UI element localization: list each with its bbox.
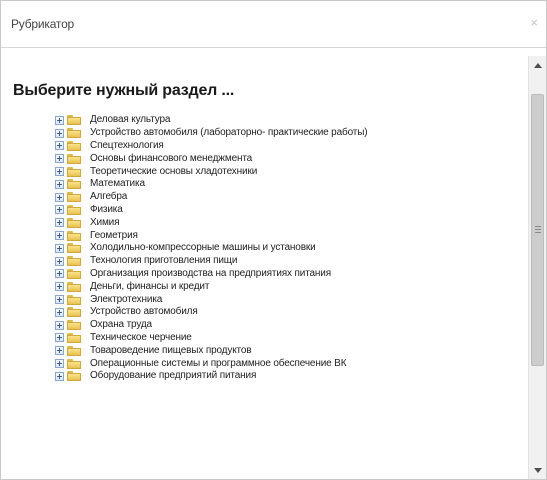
tree-item[interactable]: Устройство автомобиля (лабораторно- прак… bbox=[55, 127, 368, 140]
expand-plus-icon[interactable] bbox=[55, 141, 64, 151]
tree-item[interactable]: Геометрия bbox=[55, 229, 367, 242]
folder-icon bbox=[67, 243, 81, 254]
folder-icon bbox=[67, 332, 81, 343]
tree-item[interactable]: Основы финансового менеджмента bbox=[55, 152, 367, 165]
dialog-title: Рубрикатор bbox=[11, 17, 75, 31]
expand-plus-icon[interactable] bbox=[55, 243, 64, 253]
folder-icon bbox=[67, 217, 81, 228]
folder-icon bbox=[67, 371, 81, 382]
tree-item-label[interactable]: Электротехника bbox=[90, 294, 162, 306]
folder-icon bbox=[67, 281, 81, 292]
arrow-up-icon bbox=[534, 62, 542, 68]
expand-plus-icon[interactable] bbox=[55, 231, 64, 241]
expand-plus-icon[interactable] bbox=[55, 333, 64, 343]
section-heading: Выберите нужный раздел ... bbox=[13, 82, 235, 99]
tree-item-label[interactable]: Геометрия bbox=[90, 230, 138, 242]
tree-item-label[interactable]: Оборудование предприятий питания bbox=[90, 370, 256, 382]
grip-icon bbox=[535, 226, 541, 233]
folder-icon bbox=[67, 166, 81, 177]
expand-plus-icon[interactable] bbox=[55, 128, 64, 138]
tree-item-label[interactable]: Химия bbox=[90, 217, 120, 229]
expand-plus-icon[interactable] bbox=[55, 218, 64, 228]
tree-item-label[interactable]: Математика bbox=[90, 178, 145, 190]
tree-item-label[interactable]: Теоретические основы хладотехники bbox=[90, 166, 257, 178]
tree-item[interactable]: Физика bbox=[55, 204, 367, 217]
tree-item[interactable]: Технология приготовления пищи bbox=[55, 255, 367, 268]
tree-item-label[interactable]: Организация производства на предприятиях… bbox=[90, 268, 331, 280]
expand-plus-icon[interactable] bbox=[55, 179, 64, 189]
expand-plus-icon[interactable] bbox=[55, 205, 64, 215]
expand-plus-icon[interactable] bbox=[55, 167, 64, 177]
expand-plus-icon[interactable] bbox=[55, 295, 64, 305]
tree-item-label[interactable]: Охрана труда bbox=[90, 319, 152, 331]
tree-item-label[interactable]: Устройство автомобиля (лабораторно- прак… bbox=[90, 127, 368, 139]
tree-item[interactable]: Алгебра bbox=[55, 191, 367, 204]
vertical-scrollbar[interactable] bbox=[528, 56, 546, 479]
arrow-down-icon bbox=[534, 467, 542, 473]
expand-plus-icon[interactable] bbox=[55, 320, 64, 330]
close-icon[interactable]: × bbox=[530, 15, 538, 30]
folder-icon bbox=[67, 256, 81, 267]
tree-item-label[interactable]: Технология приготовления пищи bbox=[90, 255, 237, 267]
tree-item-label[interactable]: Спецтехнология bbox=[90, 140, 164, 152]
tree-item-label[interactable]: Товароведение пищевых продуктов bbox=[90, 345, 252, 357]
dialog-titlebar: Рубрикатор × bbox=[1, 1, 546, 48]
tree-item-label[interactable]: Алгебра bbox=[90, 191, 127, 203]
tree-item-label[interactable]: Деловая культура bbox=[90, 114, 170, 126]
expand-plus-icon[interactable] bbox=[55, 154, 64, 164]
category-tree: Деловая культура Устройство автомобиля (л… bbox=[55, 114, 368, 383]
tree-item-label[interactable]: Техническое черчение bbox=[90, 332, 192, 344]
tree-item[interactable]: Охрана труда bbox=[55, 319, 367, 332]
expand-plus-icon[interactable] bbox=[55, 115, 64, 125]
tree-item-label[interactable]: Деньги, финансы и кредит bbox=[90, 281, 209, 293]
folder-icon bbox=[67, 230, 81, 241]
tree-item[interactable]: Деловая культура bbox=[55, 114, 367, 127]
folder-icon bbox=[67, 358, 81, 369]
folder-icon bbox=[67, 307, 81, 318]
scroll-down-button[interactable] bbox=[529, 461, 547, 479]
tree-item[interactable]: Холодильно-компрессорные машины и устано… bbox=[55, 242, 367, 255]
folder-icon bbox=[67, 140, 81, 151]
expand-plus-icon[interactable] bbox=[55, 346, 64, 356]
expand-plus-icon[interactable] bbox=[55, 282, 64, 292]
scroll-up-button[interactable] bbox=[529, 56, 547, 74]
expand-plus-icon[interactable] bbox=[55, 371, 64, 381]
tree-item[interactable]: Техническое черчение bbox=[55, 332, 367, 345]
tree-item[interactable]: Математика bbox=[55, 178, 367, 191]
folder-icon bbox=[67, 128, 81, 139]
tree-item[interactable]: Электротехника bbox=[55, 293, 367, 306]
tree-item[interactable]: Деньги, финансы и кредит bbox=[55, 280, 367, 293]
expand-plus-icon[interactable] bbox=[55, 269, 64, 279]
folder-icon bbox=[67, 204, 81, 215]
tree-item[interactable]: Устройство автомобиля bbox=[55, 306, 367, 319]
tree-item[interactable]: Спецтехнология bbox=[55, 140, 367, 153]
expand-plus-icon[interactable] bbox=[55, 307, 64, 317]
tree-item[interactable]: Оборудование предприятий питания bbox=[55, 370, 367, 383]
tree-item[interactable]: Товароведение пищевых продуктов bbox=[55, 344, 367, 357]
folder-icon bbox=[67, 153, 81, 164]
expand-plus-icon[interactable] bbox=[55, 192, 64, 202]
folder-icon bbox=[67, 192, 81, 203]
folder-icon bbox=[67, 268, 81, 279]
tree-item-label[interactable]: Устройство автомобиля bbox=[90, 306, 198, 318]
tree-item-label[interactable]: Основы финансового менеджмента bbox=[90, 153, 252, 165]
tree-item-label[interactable]: Физика bbox=[90, 204, 123, 216]
scrollbar-thumb[interactable] bbox=[531, 94, 544, 366]
folder-icon bbox=[67, 179, 81, 190]
tree-item[interactable]: Химия bbox=[55, 216, 367, 229]
expand-plus-icon[interactable] bbox=[55, 359, 64, 369]
folder-icon bbox=[67, 320, 81, 331]
expand-plus-icon[interactable] bbox=[55, 256, 64, 266]
tree-item[interactable]: Операционные системы и программное обесп… bbox=[55, 357, 367, 370]
tree-item-label[interactable]: Холодильно-компрессорные машины и устано… bbox=[90, 242, 316, 254]
folder-icon bbox=[67, 115, 81, 126]
folder-icon bbox=[67, 294, 81, 305]
folder-icon bbox=[67, 345, 81, 356]
tree-item[interactable]: Организация производства на предприятиях… bbox=[55, 268, 367, 281]
rubricator-dialog: Рубрикатор × Выберите нужный раздел ... … bbox=[0, 0, 547, 480]
tree-item-label[interactable]: Операционные системы и программное обесп… bbox=[90, 358, 347, 370]
tree-item[interactable]: Теоретические основы хладотехники bbox=[55, 165, 367, 178]
dialog-content: Выберите нужный раздел ... Деловая культ… bbox=[1, 56, 527, 479]
